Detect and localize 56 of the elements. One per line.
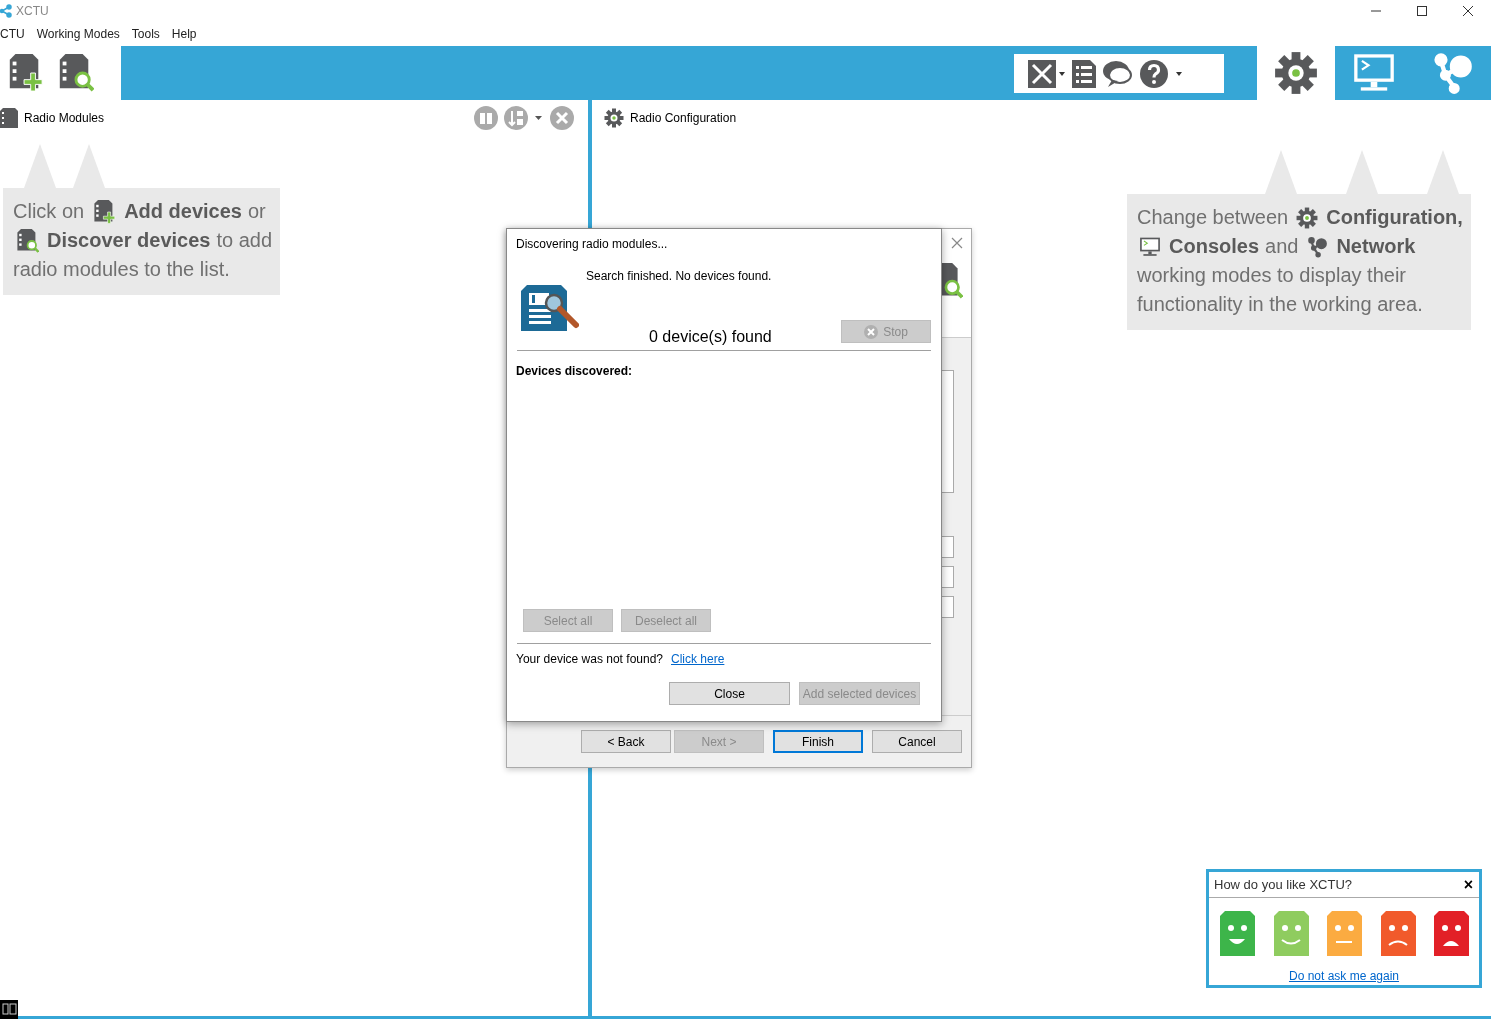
dialog-button[interactable]: Close xyxy=(669,682,790,705)
hint-text: Configuration, xyxy=(1326,205,1463,230)
close-icon[interactable] xyxy=(1463,6,1473,16)
rating-face-icon[interactable] xyxy=(1220,911,1255,956)
wizard-button[interactable]: < Back xyxy=(581,730,671,753)
tools-icon[interactable] xyxy=(1028,59,1066,88)
menu-item[interactable]: Help xyxy=(171,27,197,41)
status-text: Search finished. No devices found. xyxy=(585,269,773,283)
menu-item[interactable]: Tools xyxy=(131,27,160,41)
panel-title: Radio Modules xyxy=(24,111,105,125)
dismiss-link[interactable]: Do not ask me again xyxy=(1288,969,1400,983)
device-count: 0 device(s) found xyxy=(649,328,772,346)
maximize-icon[interactable] xyxy=(1417,6,1427,16)
hint-text: functionality in the working area. xyxy=(1137,292,1423,317)
close-button[interactable]: × xyxy=(1463,876,1473,893)
hint-text: to add xyxy=(216,228,273,253)
sort-icon[interactable] xyxy=(504,106,544,130)
list-icon[interactable] xyxy=(1072,59,1096,88)
rating-face-icon[interactable] xyxy=(1380,911,1416,956)
window-title: XCTU xyxy=(16,4,49,18)
app-logo-icon xyxy=(0,4,12,18)
wizard-button[interactable]: Cancel xyxy=(872,730,962,753)
hint-text: and xyxy=(1265,234,1299,259)
hint-text: Change between xyxy=(1137,205,1289,230)
module-icon xyxy=(0,108,18,128)
chat-bubbles-icon[interactable] xyxy=(1102,59,1134,88)
hint-text: Click on xyxy=(13,199,85,224)
menu-item[interactable]: CTU xyxy=(0,27,25,41)
wizard-button[interactable]: Finish xyxy=(773,730,863,753)
help-link[interactable]: Click here xyxy=(671,652,725,666)
remove-icon[interactable] xyxy=(550,106,574,130)
list-label: Devices discovered: xyxy=(516,364,634,378)
gear-icon xyxy=(604,108,624,128)
discover-module-icon[interactable] xyxy=(15,228,39,253)
hint-text: or xyxy=(247,199,266,224)
hint-text: Consoles xyxy=(1169,234,1260,259)
rating-face-icon[interactable] xyxy=(1434,911,1469,956)
hint-text: working modes to display their xyxy=(1137,263,1406,288)
stop-icon xyxy=(864,324,879,339)
help-icon[interactable] xyxy=(1140,59,1184,88)
settings-icon[interactable] xyxy=(1274,51,1318,95)
monitor-icon xyxy=(1139,235,1161,258)
keyboard-indicator-icon xyxy=(0,1000,18,1019)
add-module-icon[interactable] xyxy=(92,199,117,224)
module-search-icon xyxy=(521,285,579,331)
menu-item[interactable]: Working Modes xyxy=(36,27,120,41)
hint-text: Add devices xyxy=(124,199,242,224)
columns-icon[interactable] xyxy=(474,106,498,130)
hint-text: Your device was not found? xyxy=(516,652,663,666)
panel-title: Radio Configuration xyxy=(630,111,737,125)
dialog-title: Discovering radio modules... xyxy=(516,236,669,253)
hint-text: Network xyxy=(1336,234,1416,259)
feedback-title: How do you like XCTU? xyxy=(1214,877,1352,892)
network-nodes-icon xyxy=(1306,235,1329,258)
hint-text: radio modules to the list. xyxy=(13,257,230,282)
hint-text: Discover devices xyxy=(47,228,211,253)
